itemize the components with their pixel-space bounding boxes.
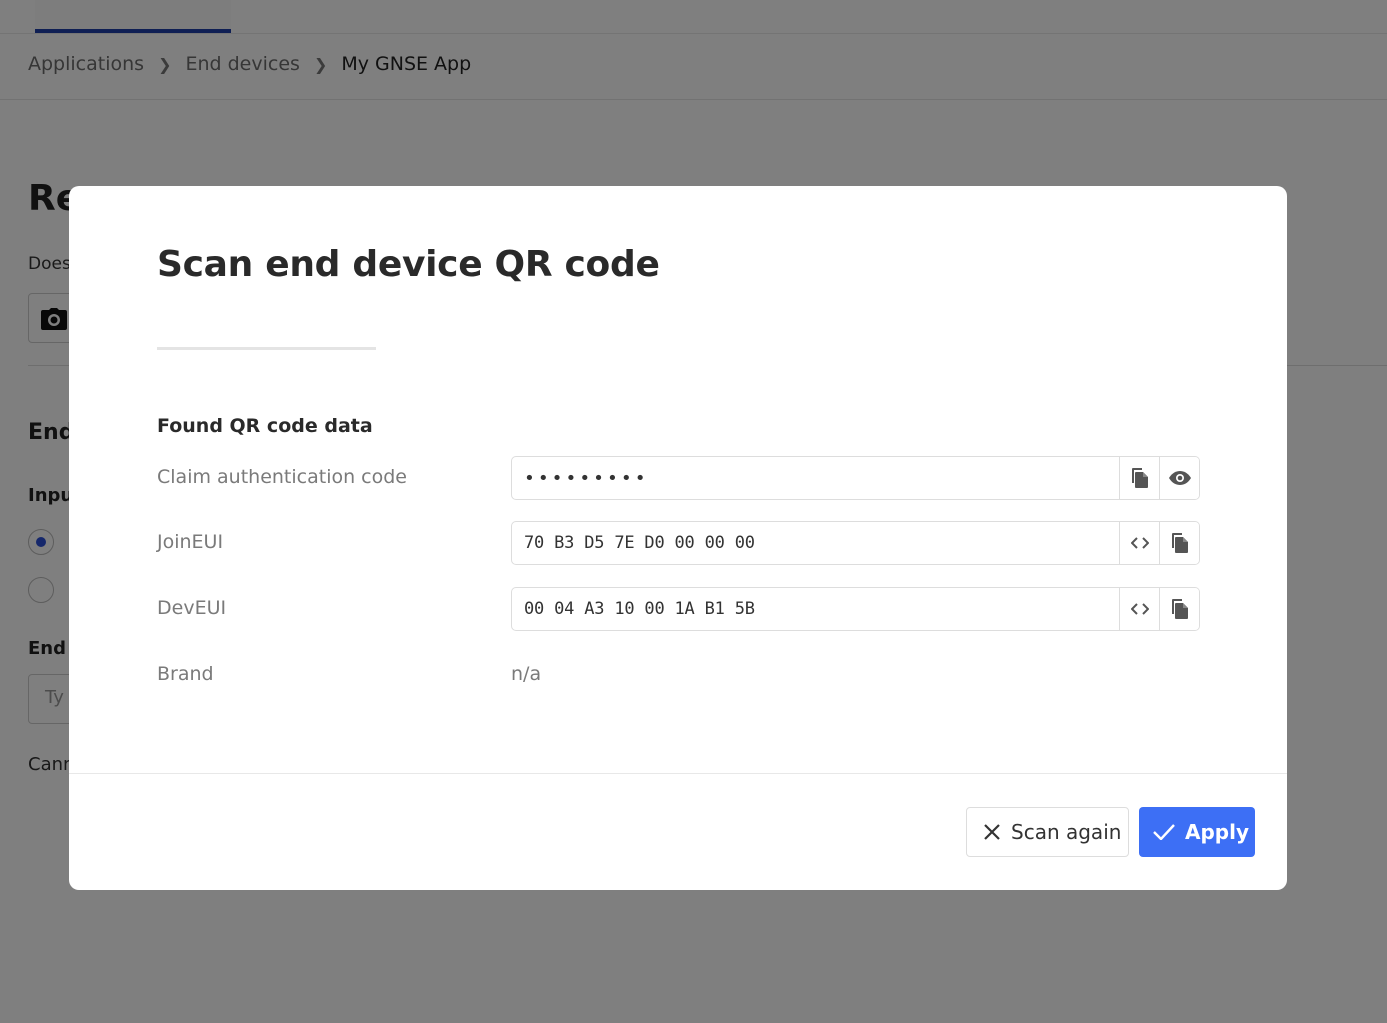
apply-label: Apply [1185, 820, 1250, 844]
copy-claim-code-button[interactable] [1119, 457, 1159, 499]
copy-icon [1171, 533, 1188, 553]
join-eui-format-toggle-button[interactable] [1119, 522, 1159, 564]
brand-label: Brand [157, 663, 214, 685]
copy-dev-eui-button[interactable] [1159, 588, 1199, 630]
dev-eui-label: DevEUI [157, 597, 227, 619]
join-eui-row: JoinEUI 70 B3 D5 7E D0 00 00 00 [157, 521, 1200, 565]
scan-qr-modal: Scan end device QR code Found QR code da… [69, 186, 1287, 890]
dev-eui-value[interactable]: 00 04 A3 10 00 1A B1 5B [512, 588, 1119, 630]
found-data-heading: Found QR code data [157, 415, 373, 437]
eye-icon [1168, 471, 1191, 485]
toggle-visibility-button[interactable] [1159, 457, 1199, 499]
join-eui-label: JoinEUI [157, 531, 224, 553]
footer-divider [69, 773, 1287, 774]
claim-code-label: Claim authentication code [157, 466, 407, 488]
copy-icon [1131, 468, 1148, 488]
scan-again-label: Scan again [1011, 820, 1122, 844]
code-toggle-icon [1130, 537, 1149, 549]
scan-again-button[interactable]: Scan again [966, 807, 1129, 857]
dev-eui-field: 00 04 A3 10 00 1A B1 5B [511, 587, 1200, 631]
close-icon [983, 823, 1001, 841]
dev-eui-format-toggle-button[interactable] [1119, 588, 1159, 630]
apply-button[interactable]: Apply [1139, 807, 1255, 857]
claim-code-value[interactable]: ••••••••• [512, 457, 1119, 499]
join-eui-value[interactable]: 70 B3 D5 7E D0 00 00 00 [512, 522, 1119, 564]
claim-code-field: ••••••••• [511, 456, 1200, 500]
copy-icon [1171, 599, 1188, 619]
title-divider [157, 347, 376, 350]
join-eui-field: 70 B3 D5 7E D0 00 00 00 [511, 521, 1200, 565]
brand-value: n/a [511, 663, 542, 685]
modal-title: Scan end device QR code [157, 244, 660, 285]
brand-row: Brand n/a [157, 653, 1200, 697]
dev-eui-row: DevEUI 00 04 A3 10 00 1A B1 5B [157, 587, 1200, 631]
copy-join-eui-button[interactable] [1159, 522, 1199, 564]
code-toggle-icon [1130, 603, 1149, 615]
check-icon [1153, 824, 1175, 840]
claim-code-row: Claim authentication code ••••••••• [157, 456, 1200, 500]
